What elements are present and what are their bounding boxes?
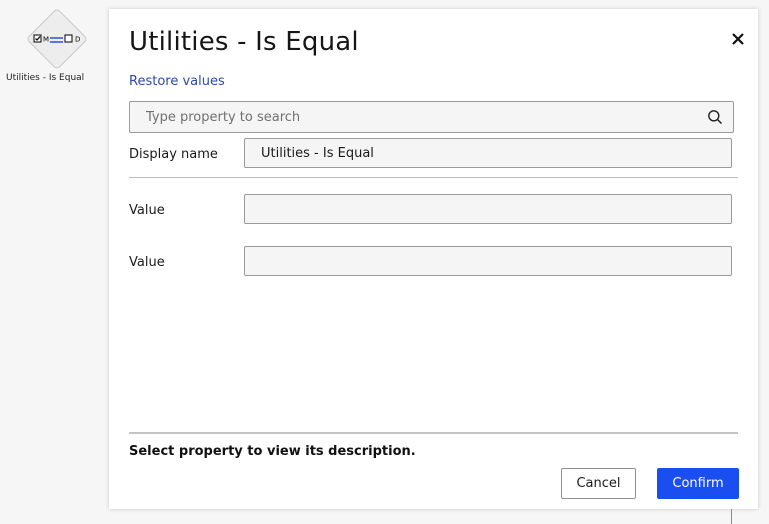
confirm-button[interactable]: Confirm bbox=[657, 468, 739, 499]
value-field-2[interactable] bbox=[244, 246, 732, 276]
property-search[interactable] bbox=[129, 101, 734, 133]
description-divider bbox=[129, 432, 738, 434]
workflow-node[interactable]: M D bbox=[25, 7, 89, 71]
dialog-title: Utilities - Is Equal bbox=[129, 27, 359, 57]
search-input[interactable] bbox=[130, 102, 690, 132]
node-icon-right-text: D bbox=[75, 36, 80, 44]
display-name-field[interactable] bbox=[244, 138, 732, 168]
divider bbox=[129, 177, 738, 178]
cancel-button[interactable]: Cancel bbox=[561, 468, 636, 499]
node-label: Utilities - Is Equal bbox=[6, 73, 85, 83]
properties-dialog: Utilities - Is Equal Restore values Disp… bbox=[109, 9, 758, 509]
property-description: Select property to view its description. bbox=[129, 444, 416, 459]
display-name-label: Display name bbox=[129, 147, 218, 162]
search-icon[interactable] bbox=[707, 109, 723, 125]
close-icon[interactable] bbox=[728, 29, 748, 49]
workflow-canvas[interactable]: M D Utilities - Is Equal Utilities - Is … bbox=[0, 0, 769, 524]
restore-values-link[interactable]: Restore values bbox=[129, 74, 225, 89]
value-label-2: Value bbox=[129, 255, 165, 270]
node-icon-left-text: M bbox=[43, 36, 49, 44]
value-field-1[interactable] bbox=[244, 194, 732, 224]
compare-icon: M D bbox=[33, 34, 80, 44]
value-label-1: Value bbox=[129, 203, 165, 218]
